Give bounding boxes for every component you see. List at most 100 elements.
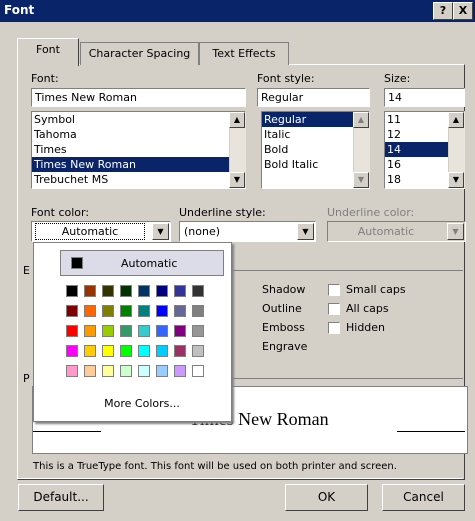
color-swatch[interactable] — [84, 365, 96, 377]
color-swatch[interactable] — [66, 305, 78, 317]
scroll-down-icon[interactable]: ▼ — [448, 172, 464, 188]
outline-label[interactable]: Outline — [262, 302, 302, 315]
list-item[interactable]: Times — [32, 142, 245, 157]
color-swatch[interactable] — [102, 345, 114, 357]
color-swatch[interactable] — [138, 325, 150, 337]
scroll-up-icon[interactable]: ▲ — [353, 112, 369, 128]
color-swatch[interactable] — [84, 345, 96, 357]
preview-line-left — [33, 431, 101, 432]
color-swatch-grid — [66, 285, 226, 385]
close-button[interactable]: X — [453, 2, 473, 20]
font-description: This is a TrueType font. This font will … — [33, 461, 397, 472]
color-swatch[interactable] — [66, 365, 78, 377]
style-input[interactable]: Regular — [257, 88, 370, 107]
color-swatch[interactable] — [120, 325, 132, 337]
color-swatch[interactable] — [84, 305, 96, 317]
font-label: Font: — [31, 72, 59, 85]
list-item[interactable]: Tahoma — [32, 127, 245, 142]
automatic-color-option[interactable]: Automatic — [60, 250, 224, 276]
scroll-down-icon[interactable]: ▼ — [353, 172, 369, 188]
scroll-up-icon[interactable]: ▲ — [229, 112, 245, 128]
font-input[interactable]: Times New Roman — [31, 88, 246, 107]
color-swatch[interactable] — [84, 285, 96, 297]
color-swatch[interactable] — [174, 285, 186, 297]
preview-divider — [232, 378, 463, 379]
color-swatch[interactable] — [138, 305, 150, 317]
underline-style-label: Underline style: — [179, 206, 266, 219]
color-swatch[interactable] — [102, 325, 114, 337]
title-bar — [0, 0, 475, 22]
color-swatch[interactable] — [192, 285, 204, 297]
color-swatch[interactable] — [66, 285, 78, 297]
color-swatch[interactable] — [120, 305, 132, 317]
effects-divider — [232, 270, 463, 271]
help-button[interactable]: ? — [433, 2, 453, 20]
color-swatch[interactable] — [192, 345, 204, 357]
automatic-swatch — [71, 257, 83, 269]
color-swatch[interactable] — [156, 325, 168, 337]
underline-color-select: Automatic ▼ — [327, 221, 466, 242]
cancel-button[interactable]: Cancel — [382, 484, 465, 511]
color-swatch[interactable] — [174, 305, 186, 317]
color-swatch[interactable] — [192, 325, 204, 337]
all-caps-label[interactable]: All caps — [346, 302, 389, 315]
hidden-checkbox[interactable] — [328, 322, 340, 334]
tab-text-effects[interactable]: Text Effects — [199, 42, 289, 65]
small-caps-checkbox[interactable] — [328, 284, 340, 296]
color-swatch[interactable] — [156, 345, 168, 357]
list-item[interactable]: Trebuchet MS — [32, 172, 245, 187]
color-swatch[interactable] — [138, 345, 150, 357]
color-swatch[interactable] — [120, 365, 132, 377]
chevron-down-icon: ▼ — [447, 223, 464, 240]
color-swatch[interactable] — [192, 305, 204, 317]
shadow-label[interactable]: Shadow — [262, 283, 305, 296]
color-swatch[interactable] — [174, 365, 186, 377]
color-swatch[interactable] — [102, 365, 114, 377]
color-swatch[interactable] — [174, 345, 186, 357]
ok-button[interactable]: OK — [285, 484, 368, 511]
chevron-down-icon[interactable]: ▼ — [152, 223, 169, 240]
color-swatch[interactable] — [66, 345, 78, 357]
color-swatch[interactable] — [102, 305, 114, 317]
tab-font[interactable]: Font — [17, 38, 79, 66]
small-caps-label[interactable]: Small caps — [346, 283, 406, 296]
automatic-label: Automatic — [121, 257, 178, 270]
window-title: Font — [4, 3, 35, 17]
color-swatch[interactable] — [138, 365, 150, 377]
size-input[interactable]: 14 — [384, 88, 465, 107]
list-item[interactable]: Symbol — [32, 112, 245, 127]
engrave-label[interactable]: Engrave — [262, 340, 307, 353]
color-swatch[interactable] — [156, 365, 168, 377]
preview-line-right — [397, 431, 465, 432]
font-color-value: Automatic — [35, 223, 145, 240]
tab-character-spacing[interactable]: Character Spacing — [80, 42, 199, 65]
all-caps-checkbox[interactable] — [328, 303, 340, 315]
color-swatch[interactable] — [120, 285, 132, 297]
color-swatch[interactable] — [120, 345, 132, 357]
color-palette-popup: Automatic More Colors... — [33, 242, 232, 422]
color-swatch[interactable] — [156, 285, 168, 297]
hidden-label[interactable]: Hidden — [346, 321, 385, 334]
more-colors-button[interactable]: More Colors... — [60, 393, 224, 415]
bottom-divider — [17, 478, 463, 479]
size-label: Size: — [384, 72, 411, 85]
color-swatch[interactable] — [156, 305, 168, 317]
scroll-down-icon[interactable]: ▼ — [229, 172, 245, 188]
font-color-select[interactable]: Automatic ▼ — [31, 221, 171, 242]
font-list[interactable]: Symbol Tahoma Times Times New Roman Treb… — [31, 111, 246, 189]
preview-section-label: P — [23, 372, 30, 385]
chevron-down-icon[interactable]: ▼ — [297, 223, 314, 240]
color-swatch[interactable] — [138, 285, 150, 297]
color-swatch[interactable] — [66, 325, 78, 337]
emboss-label[interactable]: Emboss — [262, 321, 305, 334]
underline-color-value: Automatic — [357, 225, 415, 238]
list-item-selected[interactable]: Times New Roman — [32, 157, 245, 172]
color-swatch[interactable] — [102, 285, 114, 297]
underline-style-select[interactable]: (none) ▼ — [179, 221, 316, 242]
underline-style-value: (none) — [184, 225, 221, 238]
default-button[interactable]: Default... — [18, 484, 104, 511]
color-swatch[interactable] — [174, 325, 186, 337]
color-swatch[interactable] — [84, 325, 96, 337]
color-swatch[interactable] — [192, 365, 204, 377]
scroll-up-icon[interactable]: ▲ — [448, 112, 464, 128]
